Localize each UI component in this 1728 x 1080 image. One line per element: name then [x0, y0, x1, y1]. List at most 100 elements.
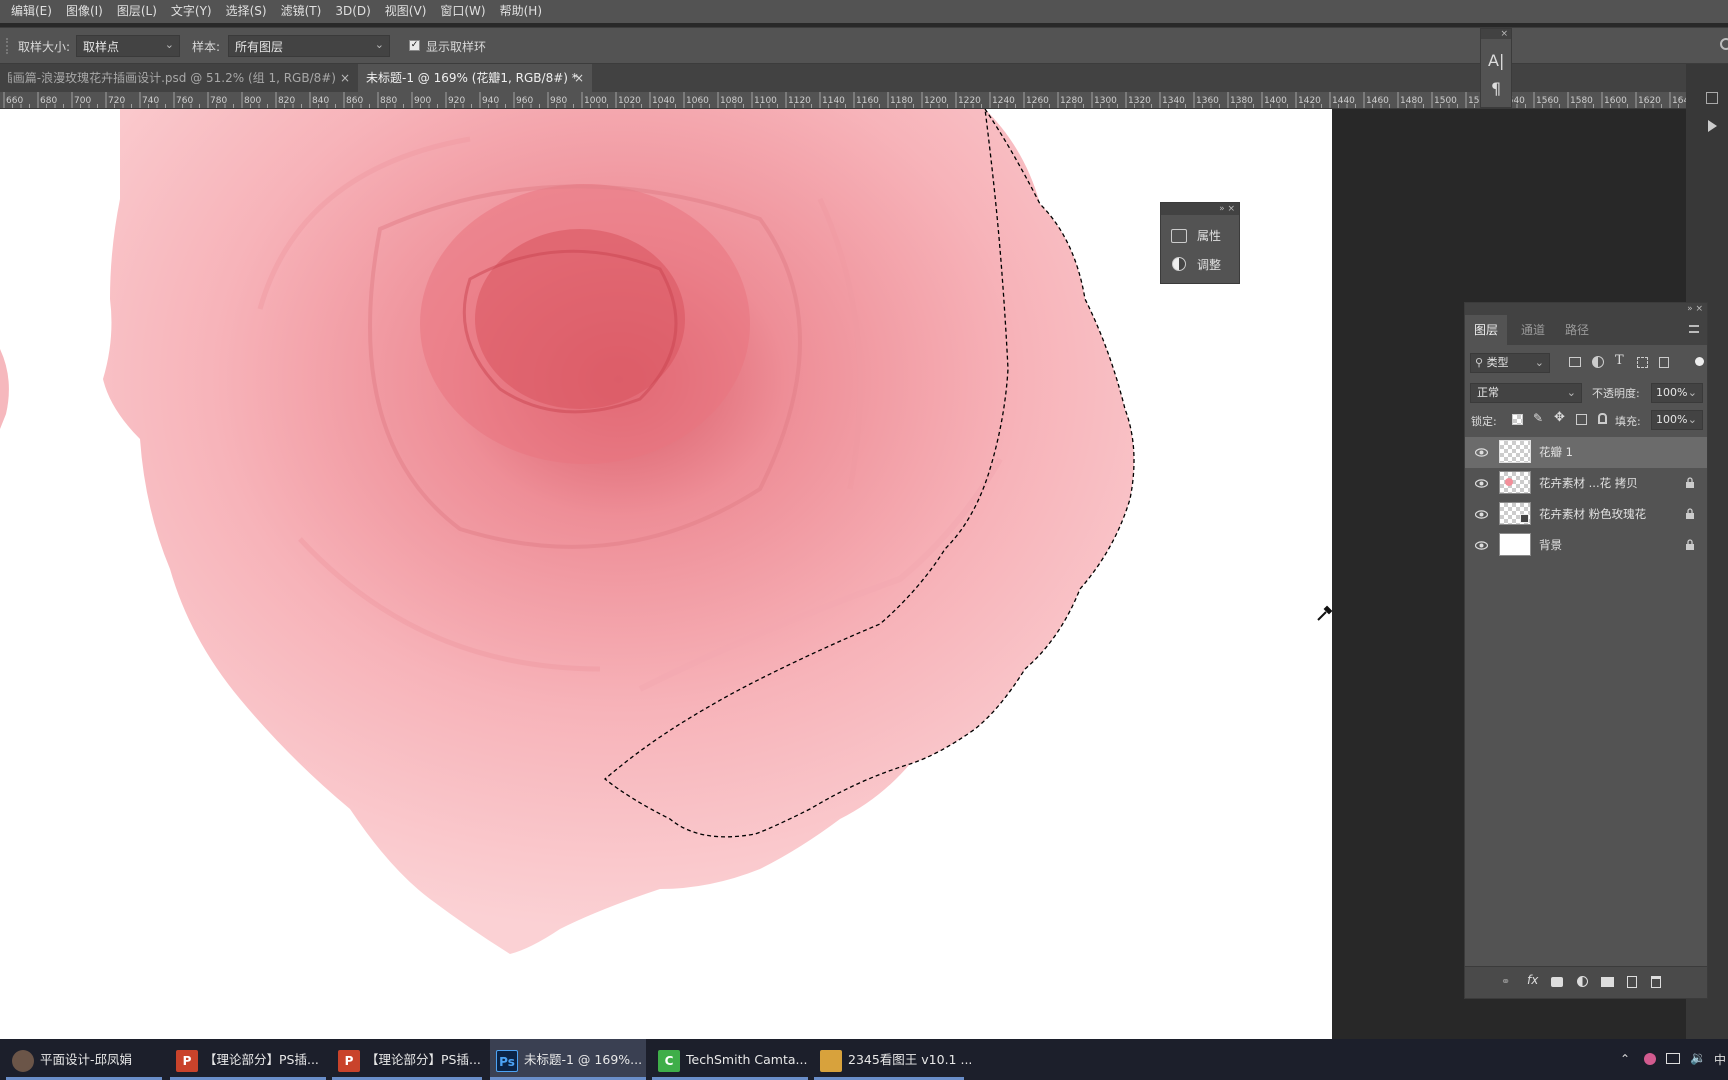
sample-dropdown[interactable]: 所有图层 — [228, 35, 390, 57]
tab-channels-label: 通道 — [1520, 323, 1545, 337]
lock-transparent-icon[interactable] — [1512, 414, 1523, 425]
tab-layers[interactable]: 图层 — [1465, 315, 1507, 345]
menu-item-4[interactable]: 选择(S) — [219, 0, 274, 23]
menu-item-9[interactable]: 帮助(H) — [493, 0, 549, 23]
lock-brush-icon[interactable]: ✎ — [1533, 411, 1543, 425]
layer-name: 花瓣 1 — [1539, 445, 1573, 459]
layer-row-flower-copy[interactable]: 花卉素材 ...花 拷贝 — [1465, 468, 1707, 499]
tray-app-icon[interactable] — [1644, 1053, 1656, 1065]
add-mask-icon[interactable] — [1551, 977, 1563, 987]
layer-filter-value: 类型 — [1486, 356, 1509, 369]
network-icon[interactable] — [1666, 1053, 1680, 1064]
taskbar-item-camtasia[interactable]: C TechSmith Camta... — [652, 1039, 808, 1080]
panel-menu-icon[interactable] — [1689, 325, 1699, 333]
ruler-label: 780 — [210, 96, 227, 106]
adjustment-filter-icon[interactable] — [1592, 356, 1604, 368]
ruler-label: 840 — [312, 96, 329, 106]
new-group-icon[interactable] — [1601, 977, 1614, 987]
type-filter-icon[interactable]: T — [1615, 353, 1624, 368]
properties-label[interactable]: 属性 — [1197, 227, 1221, 244]
tray-chevron-icon[interactable]: ⌃ — [1620, 1052, 1630, 1066]
ime-indicator[interactable]: 中 — [1714, 1051, 1726, 1068]
new-layer-icon[interactable] — [1627, 976, 1637, 988]
lock-artboard-icon[interactable] — [1576, 414, 1587, 425]
ruler-label: 1380 — [1230, 96, 1253, 106]
tab-untitled-1[interactable]: 未标题-1 @ 169% (花瓣1, RGB/8#) * × — [358, 64, 592, 92]
close-icon[interactable]: × — [1481, 29, 1511, 39]
menu-item-6[interactable]: 3D(D) — [328, 0, 377, 23]
menu-item-0[interactable]: 编辑(E) — [4, 0, 59, 23]
ruler-label: 820 — [278, 96, 295, 106]
taskbar-item-photoshop[interactable]: Ps 未标题-1 @ 169%... — [490, 1039, 646, 1080]
properties-icon — [1171, 229, 1187, 243]
play-icon[interactable] — [1708, 120, 1717, 132]
powerpoint-icon: P — [176, 1049, 198, 1072]
lock-move-icon[interactable]: ✥ — [1554, 410, 1565, 425]
sample-size-dropdown[interactable]: 取样点 — [76, 35, 180, 57]
lock-all-icon[interactable] — [1598, 413, 1607, 424]
opacity-field[interactable]: 100% — [1651, 383, 1703, 403]
show-ring-label: 显示取样环 — [426, 40, 487, 54]
visibility-eye-icon[interactable] — [1474, 477, 1489, 490]
show-ring-checkbox[interactable]: ✓ — [409, 40, 420, 51]
search-icon[interactable] — [1720, 38, 1728, 50]
menu-item-2[interactable]: 图层(L) — [110, 0, 164, 23]
layer-name: 花卉素材 ...花 拷贝 — [1539, 476, 1638, 490]
new-adjustment-icon[interactable] — [1577, 976, 1588, 987]
close-icon[interactable]: » × — [1161, 203, 1239, 215]
taskbar-item-ppt-1[interactable]: P 【理论部分】PS插... — [170, 1039, 326, 1080]
ruler-label: 660 — [6, 96, 23, 106]
tab-channels[interactable]: 通道 — [1513, 315, 1553, 345]
taskbar-item-image-viewer[interactable]: 2345看图王 v10.1 ... — [814, 1039, 972, 1080]
fill-value: 100% — [1656, 413, 1688, 426]
menu-item-7[interactable]: 视图(V) — [378, 0, 434, 23]
character-icon[interactable]: A| — [1488, 51, 1504, 70]
shape-filter-icon[interactable] — [1637, 357, 1648, 368]
smart-object-filter-icon[interactable] — [1659, 357, 1669, 368]
blend-mode-dropdown[interactable]: 正常 — [1470, 383, 1582, 403]
fill-field[interactable]: 100% — [1651, 410, 1703, 430]
document-tabs: 插画篇-浪漫玫瑰花卉插画设计.psd @ 51.2% (组 1, RGB/8#)… — [0, 64, 1700, 92]
image-filter-icon[interactable] — [1569, 357, 1581, 367]
ruler-label: 1280 — [1060, 96, 1083, 106]
layer-row-petal-1[interactable]: 花瓣 1 — [1465, 437, 1707, 468]
filter-toggle-icon[interactable] — [1695, 357, 1704, 366]
visibility-eye-icon[interactable] — [1474, 539, 1489, 552]
tab-paths[interactable]: 路径 — [1557, 315, 1597, 345]
ruler-label: 1400 — [1264, 96, 1287, 106]
layer-row-pink-rose[interactable]: 花卉素材 粉色玫瑰花 — [1465, 499, 1707, 530]
close-icon[interactable]: × — [574, 64, 584, 92]
ruler-label: 740 — [142, 96, 159, 106]
close-icon[interactable]: » × — [1465, 303, 1707, 315]
ruler-label: 800 — [244, 96, 261, 106]
visibility-eye-icon[interactable] — [1474, 446, 1489, 459]
layer-filter-dropdown[interactable]: ⚲ 类型 — [1470, 353, 1550, 373]
taskbar-label: TechSmith Camta... — [686, 1052, 808, 1067]
lock-icon — [1685, 539, 1695, 551]
link-layers-icon[interactable]: ⚭ — [1501, 975, 1510, 988]
menu-item-3[interactable]: 文字(Y) — [164, 0, 219, 23]
menu-item-5[interactable]: 滤镜(T) — [274, 0, 329, 23]
adjustments-label[interactable]: 调整 — [1197, 256, 1221, 273]
sample-label: 样本: — [192, 40, 221, 54]
volume-icon[interactable]: 🔉 — [1690, 1051, 1706, 1066]
fx-icon[interactable]: fx — [1527, 973, 1538, 987]
layer-name: 背景 — [1539, 538, 1562, 552]
paragraph-icon[interactable]: ¶ — [1491, 79, 1501, 98]
taskbar-item-ppt-2[interactable]: P 【理论部分】PS插... — [332, 1039, 482, 1080]
delete-layer-icon[interactable] — [1651, 976, 1661, 988]
options-grip[interactable] — [6, 38, 14, 54]
close-icon[interactable]: × — [340, 64, 350, 92]
document-canvas[interactable] — [0, 109, 1332, 1039]
menu-item-8[interactable]: 窗口(W) — [433, 0, 492, 23]
ruler-label: 1000 — [584, 96, 607, 106]
sample-size-label: 取样大小: — [18, 40, 71, 54]
tab-rose-illustration[interactable]: 插画篇-浪漫玫瑰花卉插画设计.psd @ 51.2% (组 1, RGB/8#)… — [0, 64, 356, 92]
menu-item-1[interactable]: 图像(I) — [59, 0, 110, 23]
taskbar-item-design[interactable]: 平面设计-邱凤娟 — [6, 1039, 162, 1080]
tab-paths-label: 路径 — [1564, 323, 1589, 337]
layer-row-background[interactable]: 背景 — [1465, 530, 1707, 561]
panel-toggle-icon[interactable] — [1706, 92, 1718, 104]
image-viewer-icon — [820, 1049, 842, 1072]
visibility-eye-icon[interactable] — [1474, 508, 1489, 521]
